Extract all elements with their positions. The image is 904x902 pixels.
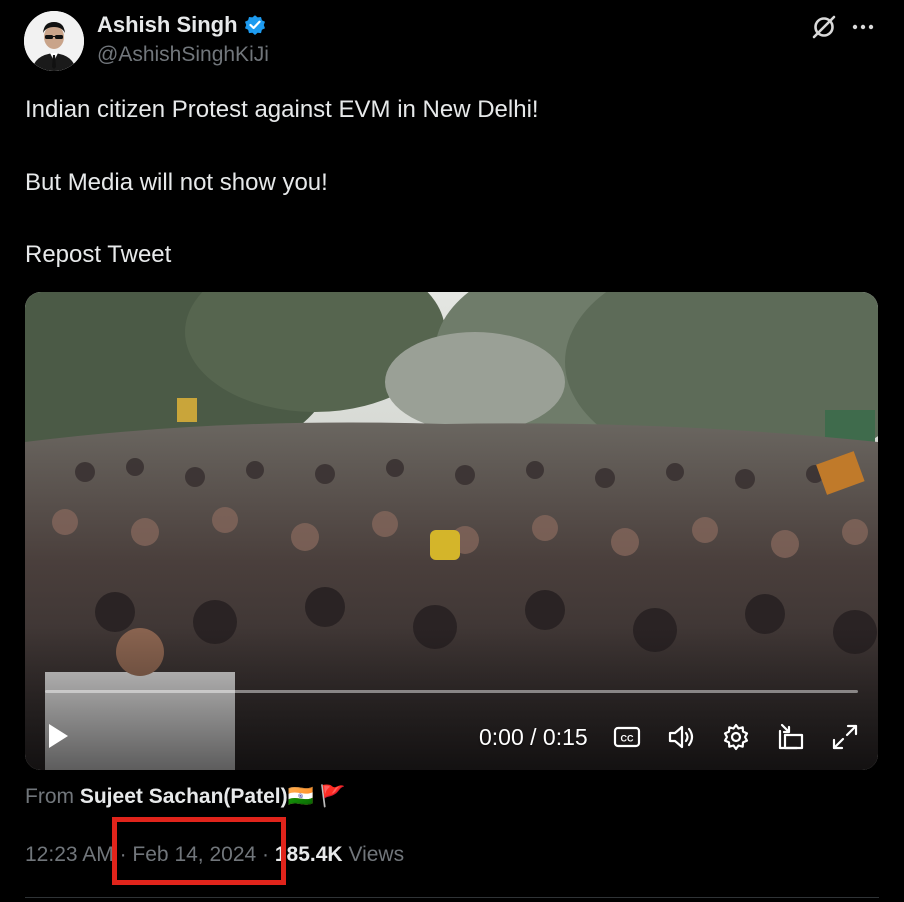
fullscreen-icon[interactable] [830, 722, 860, 752]
tweet-text-line: Repost Tweet [25, 241, 172, 268]
video-time: 0:00 / 0:15 [479, 724, 588, 750]
tweet-time[interactable]: 12:23 AM [25, 843, 114, 866]
more-icon[interactable] [848, 12, 878, 42]
source-prefix: From [25, 785, 74, 808]
verified-badge-icon [243, 13, 267, 37]
tweet-text-line: But Media will not show you! [25, 169, 328, 196]
settings-icon[interactable] [721, 722, 751, 752]
video-progress-bar[interactable] [45, 690, 858, 693]
volume-icon[interactable] [667, 722, 697, 752]
date-highlight-box [112, 817, 286, 885]
grok-icon[interactable] [809, 12, 839, 42]
author-name[interactable]: Ashish Singh [97, 12, 238, 38]
svg-text:CC: CC [621, 734, 634, 744]
source-flags: 🇮🇳 🚩 [287, 785, 346, 808]
captions-icon[interactable]: CC [612, 722, 642, 752]
video-player[interactable]: 0:00 / 0:15 CC [25, 292, 878, 770]
divider [25, 897, 879, 898]
author-handle[interactable]: @AshishSinghKiJi [97, 43, 269, 67]
video-frame [25, 292, 878, 770]
avatar[interactable] [24, 11, 84, 71]
source-name-link[interactable]: Sujeet Sachan(Patel) [80, 785, 288, 808]
pip-icon[interactable] [776, 722, 806, 752]
views-label: Views [348, 843, 405, 866]
source-attribution: From Sujeet Sachan(Patel)🇮🇳 🚩 [25, 785, 346, 809]
tweet-text-line: Indian citizen Protest against EVM in Ne… [25, 96, 539, 123]
play-icon[interactable] [45, 722, 71, 750]
